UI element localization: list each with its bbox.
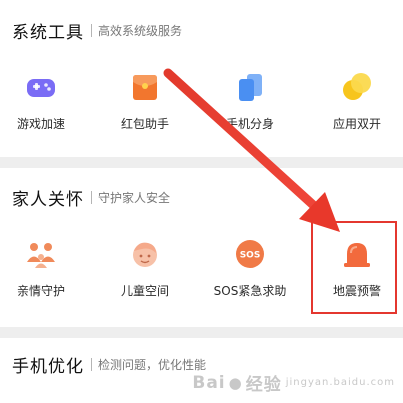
tile-label: 游戏加速 <box>16 117 65 131</box>
tile-label: 亲情守护 <box>16 284 65 298</box>
phone-clone-tile[interactable]: 手机分身 <box>200 54 300 154</box>
section-title: 手机优化 <box>12 357 84 377</box>
section-subtitle: 高效系统级服务 <box>98 24 183 38</box>
sos-help-tile[interactable]: SOS SOS紧急求助 <box>200 221 300 321</box>
section-subtitle: 检测问题，优化性能 <box>98 358 207 372</box>
sos-icon: SOS <box>233 237 267 271</box>
section-divider <box>91 191 92 204</box>
section-subtitle: 守护家人安全 <box>98 191 171 205</box>
family-care-header: 家人关怀 守护家人安全 <box>12 185 170 210</box>
section-divider <box>91 358 92 371</box>
system-tools-grid: 游戏加速 红包助手 手机分身 应用双开 <box>0 54 403 154</box>
tile-label: 儿童空间 <box>120 284 169 298</box>
gamepad-icon <box>24 70 58 104</box>
red-envelope-icon <box>128 70 162 104</box>
system-tools-card: 系统工具 高效系统级服务 游戏加速 红包助手 手机分身 应用双开 <box>0 0 403 157</box>
watermark-text: 经验 <box>245 375 282 395</box>
section-title: 系统工具 <box>12 23 84 43</box>
kids-space-tile[interactable]: 儿童空间 <box>95 221 195 321</box>
section-divider <box>91 24 92 37</box>
game-boost-tile[interactable]: 游戏加速 <box>0 54 91 154</box>
tile-label: 应用双开 <box>332 117 381 131</box>
tile-label: 红包助手 <box>120 117 169 131</box>
watermark: Bai ● 经验 jingyan.baidu.com <box>192 370 395 396</box>
tile-label: SOS紧急求助 <box>213 284 287 298</box>
phone-optimize-header: 手机优化 检测问题，优化性能 <box>12 352 206 377</box>
system-tools-header: 系统工具 高效系统级服务 <box>12 18 182 43</box>
red-envelope-tile[interactable]: 红包助手 <box>95 54 195 154</box>
family-guard-tile[interactable]: 亲情守护 <box>0 221 91 321</box>
watermark-url: jingyan.baidu.com <box>285 377 395 388</box>
phone-clone-icon <box>233 70 267 104</box>
section-title: 家人关怀 <box>12 190 84 210</box>
paw-icon: ● <box>228 373 243 392</box>
tile-label: 手机分身 <box>225 117 274 131</box>
dual-app-tile[interactable]: 应用双开 <box>307 54 403 154</box>
watermark-text: Bai <box>192 372 226 393</box>
svg-text:SOS: SOS <box>240 251 261 261</box>
highlight-box <box>311 221 397 314</box>
kids-space-icon <box>128 237 162 271</box>
dual-app-icon <box>340 70 374 104</box>
family-guard-icon <box>24 237 58 271</box>
